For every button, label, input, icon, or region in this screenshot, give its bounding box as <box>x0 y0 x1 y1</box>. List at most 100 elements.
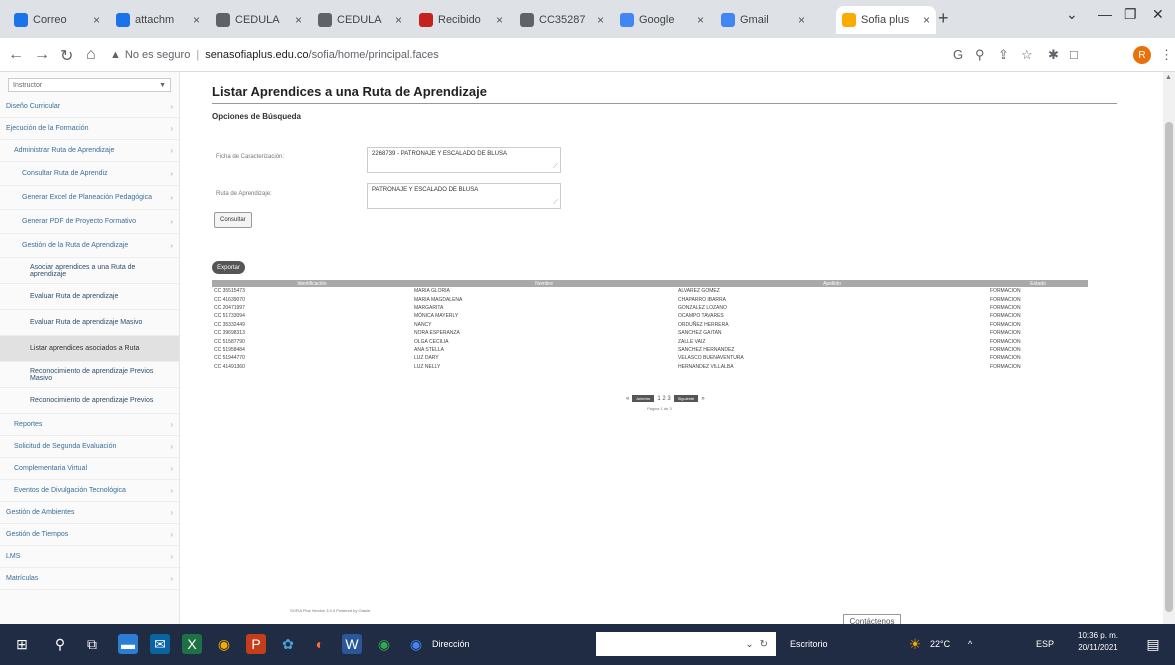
column-header[interactable]: Apellido <box>676 280 988 287</box>
menu-icon[interactable]: ⋮ <box>1160 47 1173 63</box>
sidebar-item[interactable]: Eventos de Divulgación Tecnológica › <box>0 480 179 502</box>
sidebar-item[interactable]: Generar PDF de Proyecto Formativo › <box>0 210 179 234</box>
g-icon[interactable]: G <box>953 47 963 62</box>
browser-tab[interactable]: Google × <box>614 6 710 34</box>
search-icon[interactable]: ⚲ <box>50 634 70 654</box>
maximize-button[interactable]: ❐ <box>1124 6 1137 23</box>
new-tab-button[interactable]: + <box>938 8 949 29</box>
scroll-up-icon[interactable]: ▲ <box>1165 74 1172 81</box>
tab-close-icon[interactable]: × <box>794 13 805 27</box>
column-header[interactable]: Identificación <box>212 280 412 287</box>
chrome-icon-2[interactable]: ◉ <box>374 634 394 654</box>
profile-avatar[interactable]: R <box>1133 46 1151 64</box>
tab-label: CEDULA <box>337 14 382 26</box>
tab-close-icon[interactable]: × <box>291 13 302 27</box>
sidebar-item[interactable]: Diseño Curricular › <box>0 96 179 118</box>
last-page-icon[interactable]: » <box>701 396 704 402</box>
ruta-field[interactable]: PATRONAJE Y ESCALADO DE BLUSA ⟋ <box>367 183 561 209</box>
forward-button[interactable]: → <box>34 46 50 64</box>
sidebar-item[interactable]: Reconocimiento de aprendizaje Previos Ma… <box>0 362 179 388</box>
close-window-button[interactable]: ✕ <box>1152 6 1164 23</box>
sidebar-item[interactable]: Matrículas › <box>0 568 179 590</box>
sidebar-item[interactable]: LMS › <box>0 546 179 568</box>
taskbar-address-input[interactable]: ⌄ ↻ <box>596 632 776 656</box>
vertical-scrollbar[interactable]: ▲ <box>1163 72 1175 624</box>
url-field[interactable]: ▲ No es seguro | senasofiaplus.edu.co /s… <box>110 44 940 66</box>
prev-page-button[interactable]: Anterior <box>632 395 655 402</box>
powerpoint-icon[interactable]: P <box>246 634 266 654</box>
sidebar-item[interactable]: Gestión de la Ruta de Aprendizaje › <box>0 234 179 258</box>
tab-close-icon[interactable]: × <box>593 13 604 27</box>
minimize-button[interactable]: — <box>1098 6 1112 22</box>
ficha-field[interactable]: 2268739 - PATRONAJE Y ESCALADO DE BLUSA … <box>367 147 561 173</box>
sidebar-item[interactable]: Reconocimiento de aprendizaje Previos <box>0 388 179 414</box>
store-icon[interactable]: ▬ <box>118 634 138 654</box>
back-button[interactable]: ← <box>8 46 24 64</box>
tab-close-icon[interactable]: × <box>919 13 930 27</box>
sidebar-item[interactable]: Reportes › <box>0 414 179 436</box>
notifications-icon[interactable]: ▤ <box>1143 634 1163 654</box>
sidebar-item[interactable]: Consultar Ruta de Aprendiz › <box>0 162 179 186</box>
extensions-icon[interactable]: ✱ <box>1048 47 1059 63</box>
clock[interactable]: 10:36 p. m. 20/11/2021 <box>1078 630 1118 654</box>
table-cell: Gonzalez Lozano <box>678 304 727 311</box>
scrollbar-thumb[interactable] <box>1165 122 1173 612</box>
photos-icon[interactable]: ✿ <box>278 634 298 654</box>
sidebar-item[interactable]: Gestión de Ambientes › <box>0 502 179 524</box>
word-icon[interactable]: W <box>342 634 362 654</box>
sidebar-item[interactable]: Listar aprendices asociados a Ruta <box>0 336 179 362</box>
sidebar-item[interactable]: Ejecución de la Formación › <box>0 118 179 140</box>
side-panel-icon[interactable]: □ <box>1070 47 1078 62</box>
sidebar-item[interactable]: Administrar Ruta de Aprendizaje › <box>0 140 179 162</box>
column-header[interactable]: Nombre <box>412 280 676 287</box>
resize-grip-icon[interactable]: ⟋ <box>553 199 558 207</box>
tab-close-icon[interactable]: × <box>693 13 704 27</box>
chevron-down-icon[interactable]: ⌄ <box>1066 6 1078 23</box>
chrome-icon[interactable]: ◉ <box>214 634 234 654</box>
sidebar-item[interactable]: Solicitud de Segunda Evaluación › <box>0 436 179 458</box>
sidebar-item[interactable]: Generar Excel de Planeación Pedagógica › <box>0 186 179 210</box>
windows-start-icon[interactable]: ⊞ <box>12 634 32 654</box>
chrome-icon-3[interactable]: ◉ <box>406 634 426 654</box>
firefox-icon[interactable]: ◐ <box>310 634 330 654</box>
browser-tab[interactable]: CEDULA × <box>210 6 308 34</box>
tab-close-icon[interactable]: × <box>189 13 200 27</box>
browser-tab[interactable]: Recibido × <box>413 6 509 34</box>
column-header[interactable]: Estado <box>988 280 1088 287</box>
mail-icon[interactable]: ✉ <box>150 634 170 654</box>
browser-tab[interactable]: CC35287 × <box>514 6 610 34</box>
consult-button[interactable]: Consultar <box>214 212 252 228</box>
sidebar-item[interactable]: Evaluar Ruta de aprendizaje Masivo <box>0 310 179 336</box>
taskbar-app-label[interactable]: Dirección <box>432 639 470 649</box>
role-select[interactable]: Instructor ▼ <box>8 78 171 92</box>
excel-icon[interactable]: X <box>182 634 202 654</box>
language-label[interactable]: ESP <box>1036 639 1054 649</box>
reload-button[interactable]: ↻ <box>60 46 73 66</box>
tray-arrow-icon[interactable]: ^ <box>968 639 972 649</box>
browser-tab[interactable]: attachm × <box>110 6 206 34</box>
weather-temp[interactable]: 22°C <box>930 639 950 649</box>
sidebar-item[interactable]: Gestión de Tiempos › <box>0 524 179 546</box>
weather-icon[interactable]: ☀ <box>905 634 925 654</box>
sidebar-item[interactable]: Complementaria Virtual › <box>0 458 179 480</box>
sidebar-item[interactable]: Asociar aprendices a una Ruta de aprendi… <box>0 258 179 284</box>
share-icon[interactable]: ⇪ <box>998 47 1009 63</box>
page-numbers[interactable]: 1 2 3 <box>657 396 670 402</box>
home-icon[interactable]: ⌂ <box>86 46 96 64</box>
tab-close-icon[interactable]: × <box>89 13 100 27</box>
resize-grip-icon[interactable]: ⟋ <box>553 163 558 171</box>
tab-close-icon[interactable]: × <box>391 13 402 27</box>
bookmark-star-icon[interactable]: ☆ <box>1021 47 1033 63</box>
export-button[interactable]: Exportar <box>212 261 245 274</box>
browser-tab[interactable]: Correo × <box>8 6 106 34</box>
desktop-label[interactable]: Escritorio <box>790 639 828 649</box>
task-view-icon[interactable]: ⧉ <box>82 634 102 654</box>
browser-tab[interactable]: Sofia plus × <box>836 6 936 34</box>
browser-tab[interactable]: CEDULA × <box>312 6 408 34</box>
sidebar-item[interactable]: Evaluar Ruta de aprendizaje <box>0 284 179 310</box>
browser-tab[interactable]: Gmail × <box>715 6 811 34</box>
next-page-button[interactable]: Siguiente <box>673 395 699 402</box>
first-page-icon[interactable]: « <box>626 396 629 402</box>
tab-close-icon[interactable]: × <box>492 13 503 27</box>
zoom-icon[interactable]: ⚲ <box>975 47 985 63</box>
